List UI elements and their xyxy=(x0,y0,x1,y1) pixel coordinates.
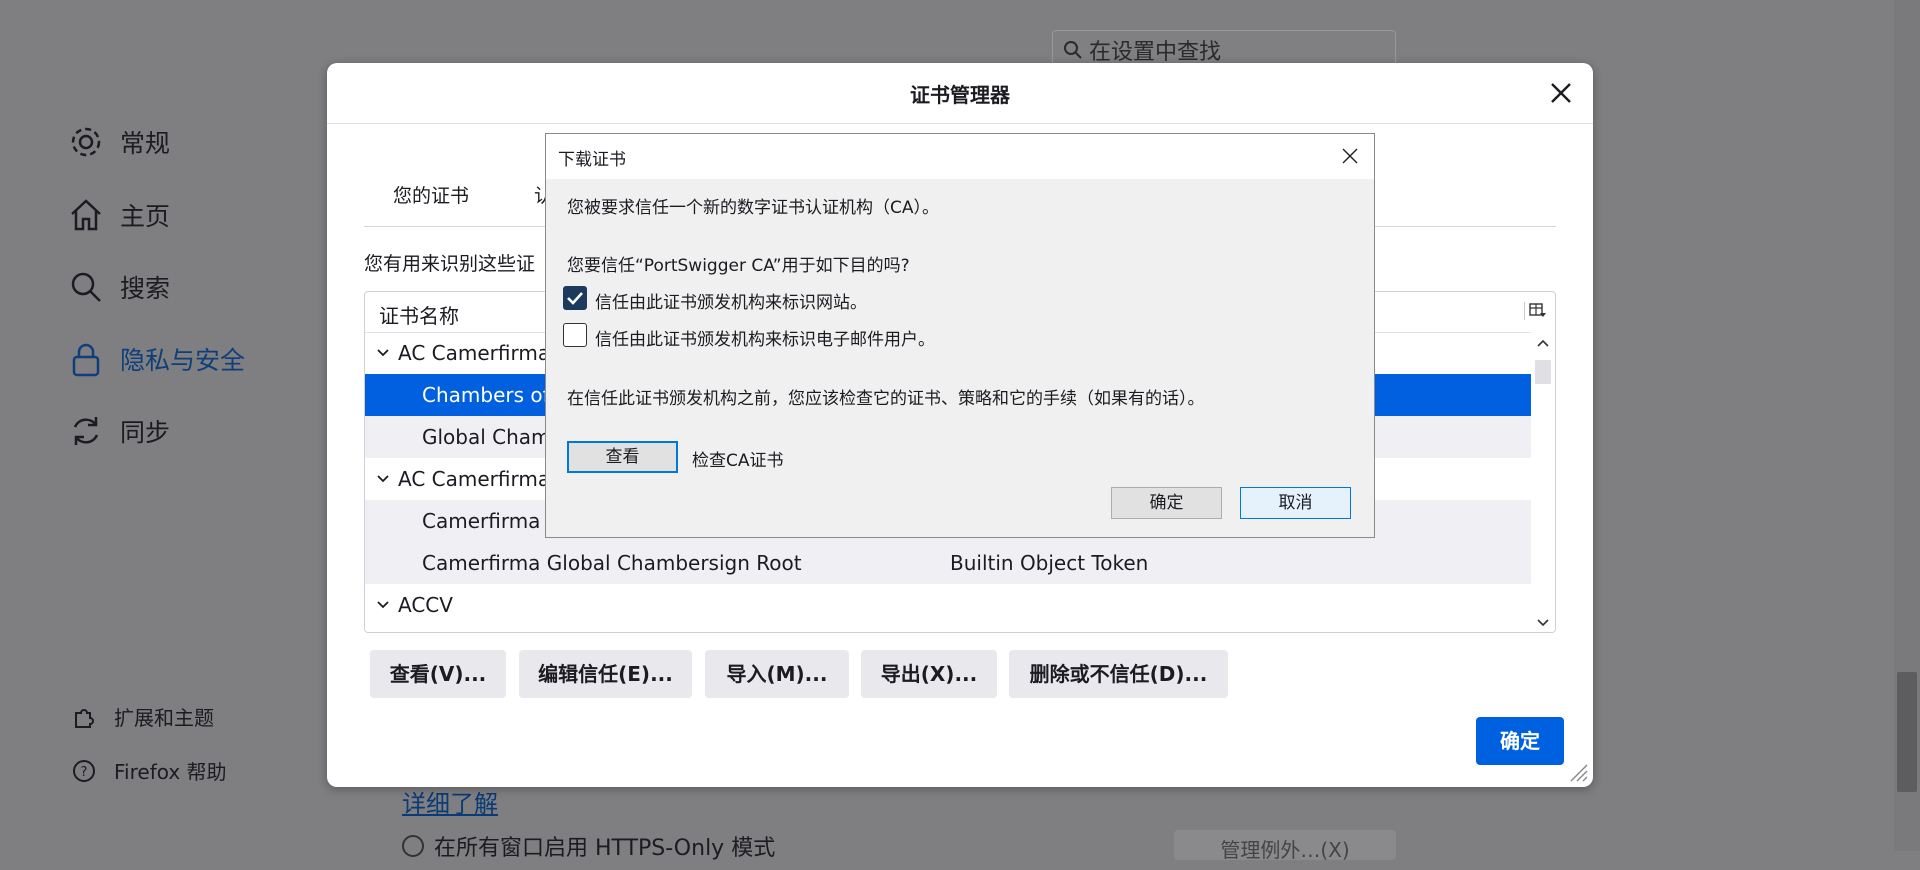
dialog-title: 下载证书 xyxy=(558,150,626,170)
tree-scrollbar[interactable] xyxy=(1531,332,1555,632)
row-name: Camerfirma Global Chambersign Root xyxy=(422,551,802,575)
nav-firefox-help[interactable]: ? Firefox 帮助 xyxy=(70,756,227,785)
trust-request-text: 您被要求信任一个新的数字证书认证机构（CA）。 xyxy=(567,198,939,218)
nav-extensions-themes[interactable]: 扩展和主题 xyxy=(70,702,214,731)
chevron-down-icon[interactable] xyxy=(375,346,391,360)
trust-question-text: 您要信任“PortSwigger CA”用于如下目的吗? xyxy=(567,256,910,276)
home-icon xyxy=(66,195,106,235)
nav-help-label: Firefox 帮助 xyxy=(114,760,227,784)
dialog-header: 证书管理器 xyxy=(327,63,1593,124)
dialog-title: 证书管理器 xyxy=(910,83,1010,107)
page-scrollbar-thumb[interactable] xyxy=(1897,672,1917,792)
row-name: Camerfirma C xyxy=(422,509,561,533)
row-token: Builtin Object Token xyxy=(950,551,1149,575)
search-placeholder: 在设置中查找 xyxy=(1089,40,1222,65)
sync-icon xyxy=(66,411,106,451)
resize-grip-icon[interactable] xyxy=(1567,761,1589,783)
scroll-up-icon[interactable] xyxy=(1537,338,1549,348)
nav-sync[interactable]: 同步 xyxy=(66,411,170,451)
search-icon xyxy=(1064,41,1082,59)
row-name: AC Camerfirma xyxy=(398,467,551,491)
tree-scrollbar-thumb[interactable] xyxy=(1535,360,1551,384)
column-cert-name[interactable]: 证书名称 xyxy=(379,300,459,329)
close-icon[interactable] xyxy=(1547,79,1575,107)
advice-text: 在信任此证书颁发机构之前，您应该检查它的证书、策略和它的手续（如果有的话）。 xyxy=(567,389,1205,409)
checkmark-icon xyxy=(567,292,583,305)
trust-websites-label[interactable]: 信任由此证书颁发机构来标识网站。 xyxy=(595,288,867,313)
scroll-down-icon[interactable] xyxy=(1537,618,1549,628)
chevron-down-icon[interactable] xyxy=(375,472,391,486)
nav-general[interactable]: 常规 xyxy=(66,122,170,162)
view-ca-button[interactable]: 查看 xyxy=(567,441,678,473)
gear-icon xyxy=(66,122,106,162)
nav-search[interactable]: 搜索 xyxy=(66,267,170,307)
ok-button[interactable]: 确定 xyxy=(1111,487,1222,519)
tree-row-group[interactable]: ACCV xyxy=(365,584,1531,626)
delete-distrust-button[interactable]: 删除或不信任(D)... xyxy=(1009,650,1228,698)
trust-websites-checkbox[interactable] xyxy=(563,286,587,310)
learn-more-link[interactable]: 详细了解 xyxy=(402,784,498,819)
row-name: ACCV xyxy=(398,593,453,617)
nav-privacy-security[interactable]: 隐私与安全 xyxy=(66,339,245,379)
svg-text:?: ? xyxy=(81,765,88,780)
https-only-label: 在所有窗口启用 HTTPS-Only 模式 xyxy=(434,836,776,861)
view-ca-hint: 检查CA证书 xyxy=(692,451,784,471)
radio-circle xyxy=(402,835,424,857)
ok-button[interactable]: 确定 xyxy=(1476,717,1564,765)
https-only-radio[interactable]: 在所有窗口启用 HTTPS-Only 模式 xyxy=(402,830,775,862)
chevron-down-icon[interactable] xyxy=(375,598,391,612)
edit-trust-button[interactable]: 编辑信任(E)... xyxy=(519,650,692,698)
download-certificate-dialog: 下载证书 您被要求信任一个新的数字证书认证机构（CA）。 您要信任“PortSw… xyxy=(545,133,1375,538)
help-icon: ? xyxy=(70,757,98,785)
nav-general-label: 常规 xyxy=(120,129,171,158)
puzzle-icon xyxy=(70,703,98,731)
import-button[interactable]: 导入(M)... xyxy=(705,650,849,698)
export-button[interactable]: 导出(X)... xyxy=(861,650,997,698)
column-picker-icon[interactable] xyxy=(1524,302,1547,320)
manage-exceptions-button[interactable]: 管理例外…(X) xyxy=(1174,830,1396,862)
tree-row[interactable]: Camerfirma Global Chambersign Root Built… xyxy=(365,542,1531,584)
view-button[interactable]: 查看(V)... xyxy=(370,650,506,698)
row-name: Chambers of xyxy=(422,383,550,407)
lock-icon xyxy=(66,339,106,379)
row-name: Global Cham xyxy=(422,425,551,449)
nav-sync-label: 同步 xyxy=(120,418,171,447)
nav-search-label: 搜索 xyxy=(120,274,171,303)
tab-description: 您有用来识别这些证 xyxy=(364,253,536,275)
nav-home-label: 主页 xyxy=(120,202,171,231)
nav-privacy-label: 隐私与安全 xyxy=(120,346,246,375)
trust-email-label[interactable]: 信任由此证书颁发机构来标识电子邮件用户。 xyxy=(595,325,935,350)
search-icon xyxy=(66,267,106,307)
nav-home[interactable]: 主页 xyxy=(66,195,170,235)
dialog-titlebar: 下载证书 xyxy=(546,134,1374,179)
nav-extensions-label: 扩展和主题 xyxy=(114,706,214,730)
trust-email-checkbox[interactable] xyxy=(563,323,587,347)
row-name: AC Camerfirma xyxy=(398,341,551,365)
tab-your-certificates[interactable]: 您的证书 xyxy=(393,181,469,208)
cancel-button[interactable]: 取消 xyxy=(1240,487,1351,519)
close-icon[interactable] xyxy=(1340,146,1360,166)
